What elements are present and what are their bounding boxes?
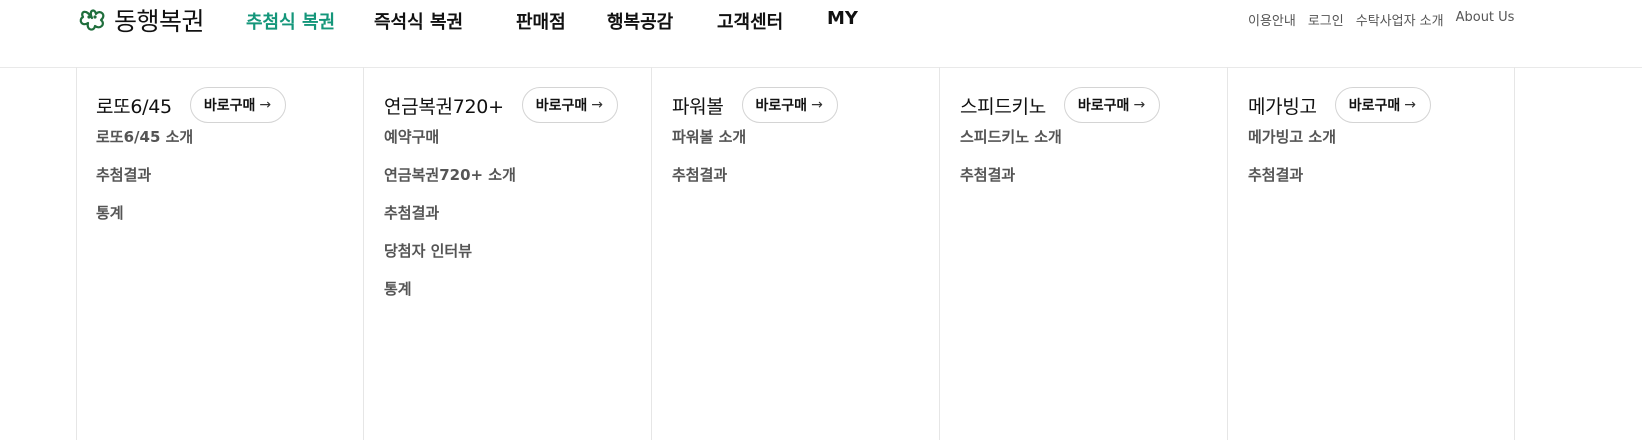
column-title[interactable]: 로또6/45 [96,92,172,119]
submenu-list: 파워볼 소개 추첨결과 [672,127,746,203]
gnb-my[interactable]: MY [827,8,858,29]
buy-now-button[interactable]: 바로구매 → [1334,87,1431,123]
buy-now-label: 바로구매 [1348,98,1401,114]
buy-now-button[interactable]: 바로구매 → [521,87,618,123]
submenu-item[interactable]: 통계 [96,203,193,241]
column-title[interactable]: 메가빙고 [1248,92,1317,119]
gnb-instant-lottery[interactable]: 즉석식 복권 [374,8,463,34]
buy-now-button[interactable]: 바로구매 → [1063,87,1161,123]
gnb-stores[interactable]: 판매점 [516,8,566,34]
gnb-customer-center[interactable]: 고객센터 [717,8,783,34]
column-divider [1227,67,1228,440]
submenu-list: 예약구매 연금복권720+ 소개 추첨결과 당첨자 인터뷰 통계 [384,127,516,317]
column-divider [1514,67,1515,440]
util-about-link[interactable]: About Us [1456,10,1515,29]
column-divider [363,67,364,440]
column-title[interactable]: 연금복권720+ [384,92,504,119]
clover-logo-icon [79,9,105,31]
column-divider [651,67,652,440]
util-login-link[interactable]: 로그인 [1308,10,1344,29]
logo-text: 동행복권 [114,7,205,36]
column-header: 파워볼 바로구매 → [672,87,838,123]
submenu-item[interactable]: 메가빙고 소개 [1248,127,1336,165]
submenu-item[interactable]: 추첨결과 [1248,165,1336,203]
submenu-item[interactable]: 파워볼 소개 [672,127,746,165]
gnb-draw-lottery[interactable]: 추첨식 복권 [246,8,335,34]
submenu-item[interactable]: 추첨결과 [960,165,1062,203]
site-header: 동행복권 추첨식 복권 즉석식 복권 판매점 행복공감 고객센터 MY 이용안내… [0,0,1642,68]
buy-now-button[interactable]: 바로구매 → [189,87,287,123]
arrow-right-icon: → [259,97,272,113]
buy-now-label: 바로구매 [535,98,588,114]
buy-now-label: 바로구매 [203,98,256,114]
submenu-item[interactable]: 로또6/45 소개 [96,127,193,165]
submenu-item[interactable]: 추첨결과 [672,165,746,203]
column-title[interactable]: 스피드키노 [960,92,1046,119]
submenu-item[interactable]: 추첨결과 [96,165,193,203]
submenu-item[interactable]: 추첨결과 [384,203,516,241]
arrow-right-icon: → [811,97,823,113]
column-header: 로또6/45 바로구매 → [96,87,287,123]
column-header: 스피드키노 바로구매 → [960,87,1161,123]
submenu-item[interactable]: 스피드키노 소개 [960,127,1062,165]
column-divider [939,67,940,440]
buy-now-label: 바로구매 [1077,98,1130,114]
gnb-happy-space[interactable]: 행복공감 [607,8,673,34]
util-trustee-link[interactable]: 수탁사업자 소개 [1356,10,1444,29]
submenu-list: 스피드키노 소개 추첨결과 [960,127,1062,203]
submenu-list: 메가빙고 소개 추첨결과 [1248,127,1336,203]
site-logo[interactable]: 동행복권 [76,4,205,36]
submenu-item[interactable]: 연금복권720+ 소개 [384,165,516,203]
column-title[interactable]: 파워볼 [672,92,724,119]
buy-now-button[interactable]: 바로구매 → [741,87,838,123]
submenu-item[interactable]: 당첨자 인터뷰 [384,241,516,279]
util-guide-link[interactable]: 이용안내 [1248,10,1296,29]
submenu-item[interactable]: 통계 [384,279,516,317]
buy-now-label: 바로구매 [755,98,808,114]
utility-links: 이용안내 로그인 수탁사업자 소개 About Us [1248,10,1514,29]
arrow-right-icon: → [591,97,603,113]
arrow-right-icon: → [1133,97,1146,113]
arrow-right-icon: → [1404,97,1416,113]
submenu-list: 로또6/45 소개 추첨결과 통계 [96,127,193,241]
submenu-item[interactable]: 예약구매 [384,127,516,165]
column-header: 연금복권720+ 바로구매 → [384,87,618,123]
column-divider [76,67,77,440]
column-header: 메가빙고 바로구매 → [1248,87,1431,123]
